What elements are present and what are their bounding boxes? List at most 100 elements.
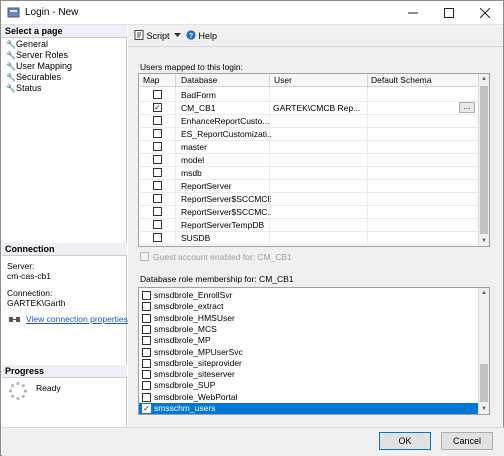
table-row[interactable]: SUSDB [139, 231, 479, 245]
role-checkbox[interactable] [142, 302, 151, 312]
page-label: General [16, 39, 49, 49]
cell-divider [175, 140, 176, 154]
ok-button[interactable]: OK [379, 432, 431, 450]
page-label: Status [16, 83, 42, 93]
role-checkbox[interactable] [142, 370, 151, 380]
table-row[interactable]: ReportServerTempDB [139, 218, 479, 232]
role-checkbox[interactable] [142, 324, 151, 334]
database-cell: CM_CB1 [181, 103, 216, 113]
database-cell: EnhanceReportCusto... [181, 116, 270, 126]
map-checkbox[interactable] [153, 142, 162, 151]
role-checkbox[interactable] [142, 381, 151, 391]
role-name: smsdbrole_EnrollSvr [154, 290, 233, 300]
schema-browse-button[interactable]: ... [459, 102, 475, 113]
map-checkbox[interactable]: ✓ [153, 103, 162, 112]
map-checkbox[interactable] [153, 129, 162, 138]
scroll-up-icon[interactable]: ▲ [479, 288, 489, 298]
table-row[interactable]: ReportServer [139, 179, 479, 193]
table-row[interactable]: ReportServer$SCCMCB [139, 192, 479, 206]
role-list-scrollbar[interactable]: ▲ ▼ [478, 288, 489, 414]
list-item[interactable]: smsdbrole_MCS [139, 324, 479, 336]
role-checkbox[interactable] [142, 347, 151, 357]
scroll-down-icon[interactable]: ▼ [479, 236, 489, 246]
cancel-button[interactable]: Cancel [441, 432, 493, 450]
role-name: smsdbrole_siteserver [154, 369, 235, 380]
users-grid-scrollbar[interactable]: ▲ ▼ [478, 74, 489, 246]
role-checkbox[interactable] [142, 336, 151, 346]
list-item[interactable]: smsdbrole_SUP [139, 380, 479, 392]
connection-label: Connection: [7, 288, 53, 298]
map-checkbox[interactable] [153, 233, 162, 242]
map-checkbox[interactable] [153, 168, 162, 177]
map-checkbox[interactable] [153, 194, 162, 203]
table-row[interactable]: BadForm [139, 88, 479, 102]
scrollbar-thumb[interactable] [480, 364, 488, 402]
list-item[interactable]: smsdbrole_MPUserSvc [139, 347, 479, 359]
cell-divider [367, 101, 368, 115]
list-item[interactable]: smsdbrole_WebPortal [139, 392, 479, 404]
cell-divider [269, 114, 270, 128]
table-row[interactable]: ✓ CM_CB1 GARTEK\CMCB Rep...... [139, 101, 479, 115]
role-checkbox[interactable] [142, 392, 151, 402]
list-item[interactable]: smsdbrole_MP [139, 335, 479, 347]
role-checkbox[interactable] [142, 291, 151, 300]
cell-divider [175, 205, 176, 219]
cell-divider [367, 140, 368, 154]
table-row[interactable]: master [139, 140, 479, 154]
minimize-icon [408, 12, 418, 14]
map-checkbox[interactable] [153, 220, 162, 229]
role-checkbox[interactable] [142, 313, 151, 323]
scrollbar-thumb[interactable] [480, 86, 488, 234]
cell-divider [175, 127, 176, 141]
cell-divider [367, 192, 368, 206]
table-row[interactable]: ES_ReportCustomizati... [139, 127, 479, 141]
list-item[interactable]: smsdbrole_siteprovider [139, 358, 479, 370]
database-cell: ES_ReportCustomizati... [181, 129, 271, 139]
page-securables[interactable]: 🔧Securables [6, 72, 124, 83]
map-checkbox[interactable] [153, 207, 162, 216]
maximize-button[interactable] [431, 1, 467, 25]
page-status[interactable]: 🔧Status [6, 83, 124, 94]
page-general[interactable]: 🔧General [6, 39, 124, 50]
help-button[interactable]: ? Help [186, 30, 217, 41]
role-checkbox[interactable]: ✓ [142, 404, 151, 413]
role-name: smsdbrole_HMSUser [154, 312, 235, 323]
column-header-database: Database [181, 75, 218, 85]
close-button[interactable] [467, 1, 503, 25]
view-connection-properties-link[interactable]: View connection properties [26, 314, 128, 324]
wrench-icon: 🔧 [6, 40, 16, 49]
cell-divider [175, 101, 176, 115]
table-row[interactable]: EnhanceReportCusto... [139, 114, 479, 128]
map-checkbox[interactable] [153, 90, 162, 99]
list-item[interactable]: smsdbrole_extract [139, 301, 479, 313]
user-cell[interactable]: GARTEK\CMCB Rep... [273, 103, 367, 113]
table-row[interactable]: model [139, 153, 479, 167]
database-cell: ReportServer [181, 181, 232, 191]
cell-divider [367, 114, 368, 128]
page-user-mapping[interactable]: 🔧User Mapping [6, 61, 124, 72]
list-item[interactable]: smsdbrole_HMSUser [139, 313, 479, 325]
list-item[interactable]: ✓ smsschm_users [139, 403, 479, 414]
server-label: Server: [7, 261, 35, 271]
role-name: smsdbrole_siteprovider [154, 357, 242, 368]
table-row[interactable]: ReportServer$SCCMC... [139, 205, 479, 219]
script-dropdown[interactable] [174, 30, 181, 40]
guest-label: Guest account enabled for: CM_CB1 [153, 252, 292, 262]
cell-divider [269, 218, 270, 232]
table-row[interactable]: msdb [139, 166, 479, 180]
role-checkbox[interactable] [142, 358, 151, 368]
page-server-roles[interactable]: 🔧Server Roles [6, 50, 124, 61]
chevron-down-icon [174, 33, 181, 37]
map-checkbox[interactable] [153, 155, 162, 164]
minimize-button[interactable] [395, 1, 431, 25]
cell-divider [269, 101, 270, 115]
map-checkbox[interactable] [153, 181, 162, 190]
connection-value: GARTEK\Garth [7, 298, 66, 308]
cell-divider [269, 88, 270, 102]
list-item[interactable]: smsdbrole_EnrollSvr [139, 290, 479, 302]
map-checkbox[interactable] [153, 116, 162, 125]
scroll-up-icon[interactable]: ▲ [479, 74, 489, 84]
scroll-down-icon[interactable]: ▼ [479, 404, 489, 414]
script-button[interactable]: Script [134, 30, 170, 41]
list-item[interactable]: smsdbrole_siteserver [139, 369, 479, 381]
